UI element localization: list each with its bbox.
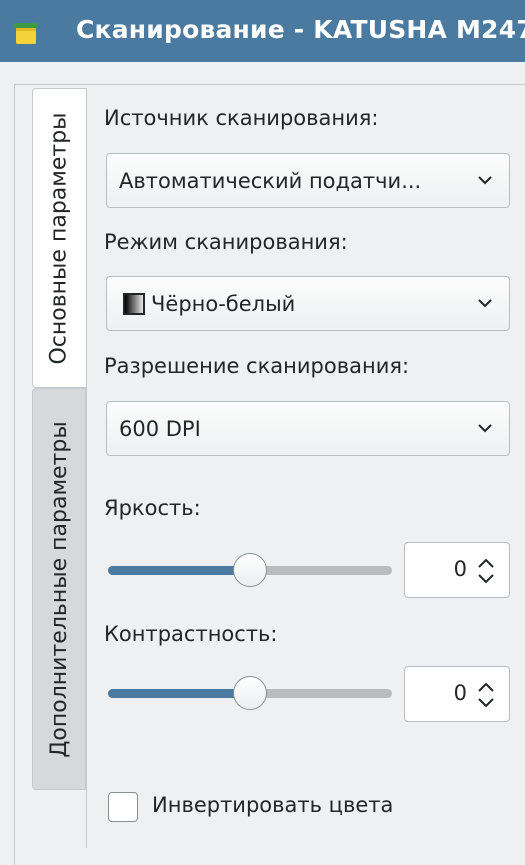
invert-colors-label[interactable]: Инвертировать цвета bbox=[152, 793, 393, 817]
slider-handle[interactable] bbox=[233, 553, 267, 587]
tab-advanced-label: Дополнительные параметры bbox=[46, 420, 72, 758]
brightness-spinbox[interactable]: 0 bbox=[404, 542, 510, 598]
spin-arrows-icon[interactable] bbox=[477, 555, 495, 587]
invert-colors-checkbox[interactable] bbox=[108, 792, 138, 822]
slider-handle[interactable] bbox=[233, 676, 267, 710]
chevron-down-icon bbox=[478, 176, 492, 185]
brightness-slider[interactable] bbox=[108, 551, 392, 591]
contrast-spinbox[interactable]: 0 bbox=[404, 666, 510, 722]
brightness-value: 0 bbox=[453, 557, 467, 581]
tab-basic-parameters[interactable]: Основные параметры bbox=[32, 88, 86, 388]
contrast-value: 0 bbox=[453, 681, 467, 705]
resolution-label: Разрешение сканирования: bbox=[104, 354, 410, 378]
source-label: Источник сканирования: bbox=[104, 106, 379, 130]
mode-label: Режим сканирования: bbox=[104, 230, 348, 254]
chevron-down-icon bbox=[478, 299, 492, 308]
slider-fill bbox=[108, 689, 250, 698]
source-value: Автоматический податчи... bbox=[119, 168, 422, 193]
spin-arrows-icon[interactable] bbox=[477, 679, 495, 711]
scanner-app-icon bbox=[14, 23, 38, 44]
mode-dropdown[interactable]: Чёрно-белый bbox=[106, 276, 510, 331]
resolution-dropdown[interactable]: 600 DPI bbox=[106, 401, 510, 456]
grayscale-gradient-icon bbox=[123, 292, 145, 315]
chevron-down-icon bbox=[478, 424, 492, 433]
resolution-value: 600 DPI bbox=[119, 416, 201, 441]
source-dropdown[interactable]: Автоматический податчи... bbox=[106, 153, 510, 208]
contrast-label: Контрастность: bbox=[104, 622, 278, 646]
title-bar[interactable]: Сканирование - KATUSHA M247 bbox=[0, 0, 525, 62]
brightness-label: Яркость: bbox=[104, 496, 201, 520]
tab-advanced-parameters[interactable]: Дополнительные параметры bbox=[32, 388, 86, 790]
tab-basic-label: Основные параметры bbox=[47, 111, 73, 365]
mode-value: Чёрно-белый bbox=[151, 291, 296, 316]
slider-fill bbox=[108, 566, 250, 575]
contrast-slider[interactable] bbox=[108, 674, 392, 714]
window-title: Сканирование - KATUSHA M247 bbox=[76, 15, 525, 44]
